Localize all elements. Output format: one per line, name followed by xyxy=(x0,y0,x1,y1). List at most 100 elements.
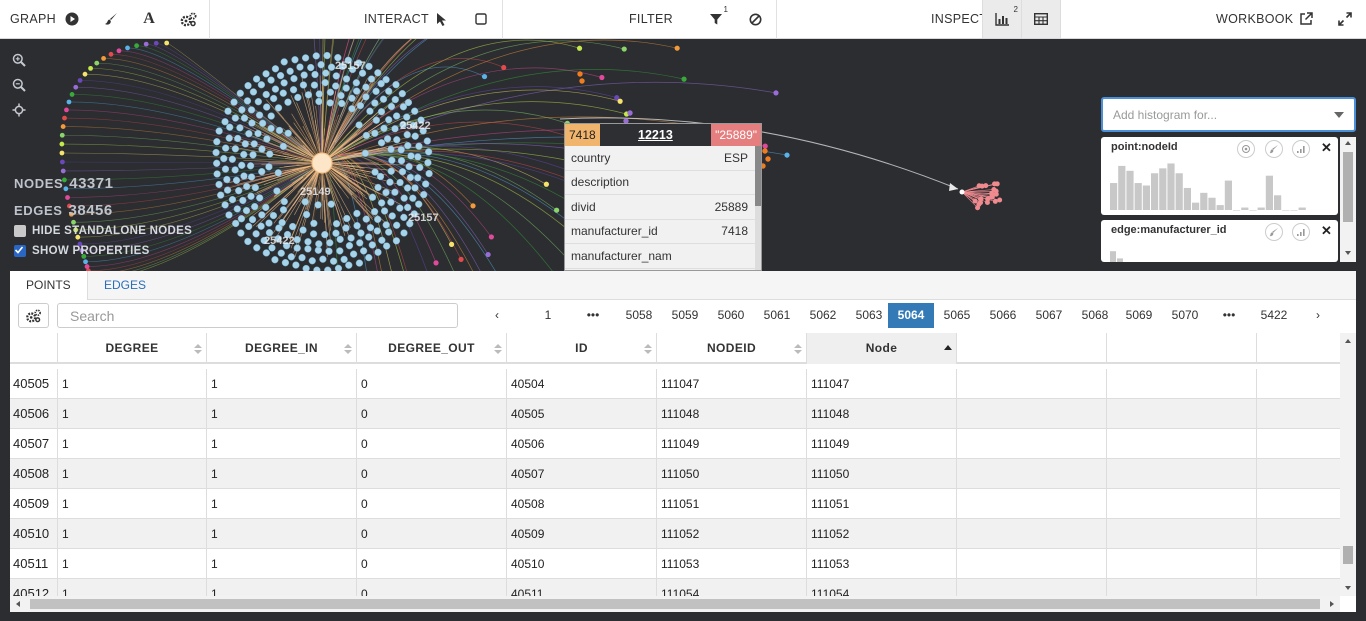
histogram-color-brush-icon[interactable] xyxy=(1265,140,1283,158)
graph-node[interactable] xyxy=(258,211,266,219)
sort-ascending-icon[interactable] xyxy=(944,343,952,355)
graph-node[interactable] xyxy=(577,71,583,77)
graph-node[interactable] xyxy=(256,194,264,202)
graph-node[interactable] xyxy=(276,71,285,80)
histogram-bar[interactable] xyxy=(1265,175,1273,210)
histogram-bar[interactable] xyxy=(1274,195,1282,210)
graph-node[interactable] xyxy=(345,242,354,250)
graph-node[interactable] xyxy=(262,203,270,211)
graph-node[interactable] xyxy=(271,256,279,264)
graph-node[interactable] xyxy=(314,201,322,209)
histogram-bar[interactable] xyxy=(1183,187,1191,210)
graph-node[interactable] xyxy=(66,99,72,105)
graph-node[interactable] xyxy=(241,140,249,148)
graph-node[interactable] xyxy=(385,116,393,124)
graph-node[interactable] xyxy=(406,173,415,182)
histogram-bar[interactable] xyxy=(1167,163,1175,210)
graph-node[interactable] xyxy=(327,200,335,208)
graph-node[interactable] xyxy=(310,81,319,89)
graph-node[interactable] xyxy=(388,212,396,220)
fullscreen-expand-icon[interactable] xyxy=(1333,7,1357,31)
graph-node[interactable] xyxy=(383,135,392,143)
filter-funnel-icon[interactable]: 1 xyxy=(704,5,728,31)
histogram-bar[interactable] xyxy=(1159,168,1167,210)
graph-node[interactable] xyxy=(252,75,261,83)
histogram-close-icon[interactable]: ✕ xyxy=(1321,140,1332,156)
graph-node[interactable] xyxy=(254,98,262,106)
graph-node[interactable] xyxy=(397,146,405,154)
graph-node[interactable] xyxy=(403,184,412,192)
graph-node[interactable] xyxy=(116,48,122,54)
table-row[interactable]: 40506 1 1 0 40505 111048 111048 xyxy=(10,399,1340,429)
graph-node[interactable] xyxy=(88,65,93,71)
histogram-bar[interactable] xyxy=(1118,165,1126,210)
graph-node[interactable] xyxy=(382,188,390,197)
graph-node[interactable] xyxy=(289,222,297,231)
hide-standalone-toggle[interactable]: HIDE STANDALONE NODES xyxy=(14,225,192,237)
graph-node[interactable] xyxy=(416,163,424,172)
graph-node[interactable] xyxy=(345,261,353,269)
graph-node[interactable] xyxy=(356,101,365,110)
graph-node[interactable] xyxy=(292,261,300,269)
pagination-page[interactable]: 5058 xyxy=(616,303,662,328)
graph-node[interactable] xyxy=(386,178,394,186)
graph-node[interactable] xyxy=(312,52,320,60)
graph-node[interactable] xyxy=(246,162,255,170)
graph-node[interactable] xyxy=(321,79,329,87)
graph-node[interactable] xyxy=(449,241,455,247)
graph-node[interactable] xyxy=(249,151,257,159)
graph-node[interactable] xyxy=(247,106,256,114)
graph-node[interactable] xyxy=(396,178,404,187)
graph-node[interactable] xyxy=(423,137,431,145)
graph-node[interactable] xyxy=(59,141,65,147)
graph-node[interactable] xyxy=(393,221,401,229)
graph-node[interactable] xyxy=(125,45,130,51)
graph-node[interactable] xyxy=(62,115,67,121)
graph-node[interactable] xyxy=(784,152,790,158)
graph-node[interactable] xyxy=(59,150,65,156)
sort-unsorted-icon[interactable] xyxy=(794,343,802,355)
graph-node[interactable] xyxy=(267,112,275,120)
graph-node[interactable] xyxy=(326,239,334,247)
graph-node[interactable] xyxy=(73,84,79,90)
graph-node[interactable] xyxy=(222,144,230,152)
table-vertical-scrollbar[interactable] xyxy=(1340,333,1356,596)
graph-node[interactable] xyxy=(383,242,391,250)
graph-node[interactable] xyxy=(979,183,985,189)
brush-icon[interactable] xyxy=(99,7,123,31)
interact-menu-label[interactable]: INTERACT xyxy=(364,12,429,26)
graph-node[interactable] xyxy=(293,244,301,252)
graph-node[interactable] xyxy=(236,124,244,132)
graph-node[interactable] xyxy=(336,235,344,243)
graph-node[interactable] xyxy=(374,248,382,256)
graph-node[interactable] xyxy=(251,202,259,211)
table-horizontal-scrollbar[interactable] xyxy=(10,596,1340,612)
pagination-page[interactable]: 5059 xyxy=(662,303,708,328)
graph-node[interactable] xyxy=(376,172,385,181)
graph-node[interactable] xyxy=(470,203,476,209)
graph-node[interactable] xyxy=(232,176,241,184)
graph-node[interactable] xyxy=(343,214,351,223)
histogram-color-brush-icon[interactable] xyxy=(1265,223,1283,241)
graph-node[interactable] xyxy=(258,145,266,153)
graph-node[interactable] xyxy=(242,206,251,215)
graph-node[interactable] xyxy=(327,63,336,71)
graph-node[interactable] xyxy=(340,255,348,264)
table-row[interactable]: 40510 1 1 0 40509 111052 111052 xyxy=(10,519,1340,549)
graph-node[interactable] xyxy=(60,124,66,129)
graph-node[interactable] xyxy=(392,81,400,89)
graph-node[interactable] xyxy=(240,172,248,180)
graph-node[interactable] xyxy=(379,95,388,103)
pointer-cursor-icon[interactable] xyxy=(430,7,454,31)
box-select-icon[interactable] xyxy=(469,7,493,31)
graph-node[interactable] xyxy=(240,114,249,122)
graph-node[interactable] xyxy=(377,139,386,147)
graph-node[interactable] xyxy=(353,209,361,218)
graph-node[interactable] xyxy=(420,190,428,199)
graph-node[interactable] xyxy=(978,200,984,206)
graph-node[interactable] xyxy=(226,123,234,131)
graph-node[interactable] xyxy=(296,63,304,71)
graph-node[interactable] xyxy=(621,46,627,52)
graph-node[interactable] xyxy=(422,180,430,188)
popup-source-tag[interactable]: 7418 xyxy=(565,124,600,146)
